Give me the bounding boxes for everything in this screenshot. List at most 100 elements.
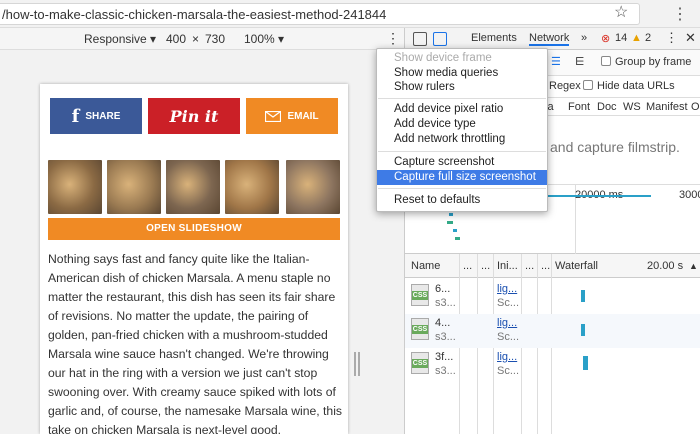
tab-elements[interactable]: Elements: [471, 32, 517, 44]
browser-menu-icon[interactable]: ⋮: [672, 4, 688, 24]
error-count[interactable]: 14: [615, 32, 627, 44]
column-size[interactable]: ...: [525, 260, 534, 272]
thumbnail-image[interactable]: [286, 160, 340, 214]
waterfall-bar: [581, 324, 585, 336]
menu-item-show-device-frame: Show device frame: [394, 52, 492, 64]
row-domain: s3...: [435, 297, 456, 309]
row-initiator-link[interactable]: lig...: [497, 317, 517, 329]
waterfall-bar: [583, 356, 588, 370]
facebook-share-button[interactable]: f SHARE: [50, 98, 142, 134]
devtools-tab-bar: Elements Network » ⊗ 14 ▲ 2 ⋮ ✕: [405, 28, 700, 50]
menu-item-add-device-type[interactable]: Add device type: [377, 117, 547, 132]
table-row[interactable]: CSS 3f... s3... lig... Sc...: [405, 348, 700, 382]
email-icon: [265, 110, 282, 122]
column-type[interactable]: ...: [481, 260, 490, 272]
filter-doc[interactable]: Doc: [597, 101, 617, 113]
email-share-button[interactable]: EMAIL: [246, 98, 338, 134]
menu-item-add-network-throttling[interactable]: Add network throttling: [377, 132, 547, 147]
css-badge: CSS: [412, 325, 428, 334]
menu-item-show-rulers[interactable]: Show rulers: [377, 80, 547, 95]
viewport-width-input[interactable]: 400: [166, 32, 186, 46]
sort-ascending-icon[interactable]: ▲: [689, 261, 698, 271]
row-name: 3f...: [435, 351, 454, 363]
thumbnail-image[interactable]: [107, 160, 161, 214]
thumbnail-strip: [48, 160, 340, 214]
device-mode-select[interactable]: Responsive ▾: [84, 32, 156, 46]
thumbnail-image[interactable]: [48, 160, 102, 214]
url-input[interactable]: /how-to-make-classic-chicken-marsala-the…: [0, 3, 640, 25]
menu-item-add-device-pixel-ratio[interactable]: Add device pixel ratio: [377, 102, 547, 117]
row-name: 4...: [435, 317, 451, 329]
css-badge: CSS: [412, 291, 428, 300]
menu-separator: [378, 188, 546, 189]
row-initiator-type: Sc...: [497, 331, 520, 343]
device-toolbar-menu: Show device frame Show media queries Sho…: [376, 48, 548, 212]
css-file-icon: CSS: [411, 352, 429, 374]
network-table-header: Name ... ... Ini... ... ... Waterfall 20…: [405, 254, 700, 278]
open-slideshow-button[interactable]: OPEN SLIDESHOW: [48, 218, 340, 240]
zoom-select[interactable]: 100% ▾: [244, 32, 284, 46]
timeline-bar: [455, 237, 460, 240]
filter-ws[interactable]: WS: [623, 101, 641, 113]
article-paragraph: Nothing says fast and fancy quite like t…: [48, 252, 342, 434]
viewport-resize-handle[interactable]: [354, 352, 360, 376]
hide-data-urls-checkbox[interactable]: Hide data URLs: [583, 80, 675, 92]
row-domain: s3...: [435, 365, 456, 377]
row-initiator-link[interactable]: lig...: [497, 351, 517, 363]
row-initiator-link[interactable]: lig...: [497, 283, 517, 295]
css-file-icon: CSS: [411, 318, 429, 340]
viewport-height-input[interactable]: 730: [205, 32, 225, 46]
table-row[interactable]: CSS 6... s3... lig... Sc...: [405, 280, 700, 314]
device-toolbar: Responsive ▾ 400 × 730 100% ▾ ⋮: [0, 28, 404, 50]
more-tabs-icon[interactable]: »: [581, 32, 587, 44]
facebook-share-label: SHARE: [85, 110, 121, 122]
menu-item-show-media-queries[interactable]: Show media queries: [377, 66, 547, 81]
group-by-frame-checkbox[interactable]: Group by frame: [601, 56, 691, 68]
css-file-icon: CSS: [411, 284, 429, 306]
device-toolbar-more-icon[interactable]: ⋮: [386, 30, 400, 47]
device-toggle-icon[interactable]: [433, 32, 447, 46]
timeline-label: 30000: [679, 189, 700, 201]
dimension-separator: ×: [192, 32, 200, 46]
css-badge: CSS: [412, 359, 428, 368]
webpage: f SHARE Pin it EMAIL OPEN SLIDESHOW Noth…: [40, 84, 348, 434]
filter-other[interactable]: O: [691, 101, 700, 113]
overview-icon[interactable]: ⋿: [575, 55, 585, 68]
facebook-icon: f: [71, 105, 80, 127]
column-name[interactable]: Name: [411, 260, 440, 272]
menu-separator: [378, 151, 546, 152]
bookmark-star-icon[interactable]: ☆: [614, 2, 628, 22]
close-devtools-icon[interactable]: ✕: [685, 30, 696, 46]
group-by-frame-label: Group by frame: [615, 56, 692, 68]
tab-network[interactable]: Network: [529, 32, 570, 46]
row-domain: s3...: [435, 331, 456, 343]
filter-manifest[interactable]: Manifest: [646, 101, 688, 113]
thumbnail-image[interactable]: [166, 160, 220, 214]
menu-item-capture-full-size-screenshot[interactable]: Capture full size screenshot: [377, 170, 547, 185]
column-waterfall[interactable]: Waterfall: [555, 260, 598, 272]
menu-item-reset-to-defaults[interactable]: Reset to defaults: [377, 193, 547, 208]
warning-count[interactable]: 2: [645, 32, 651, 44]
timeline-bar: [449, 213, 453, 216]
thumbnail-image[interactable]: [225, 160, 279, 214]
share-bar: f SHARE Pin it EMAIL: [50, 98, 338, 134]
row-name: 6...: [435, 283, 451, 295]
devtools-menu-icon[interactable]: ⋮: [665, 30, 678, 46]
table-row[interactable]: CSS 4... s3... lig... Sc...: [405, 314, 700, 348]
column-status[interactable]: ...: [463, 260, 472, 272]
column-time[interactable]: ...: [541, 260, 550, 272]
waterfall-bar: [581, 290, 585, 302]
menu-item-capture-screenshot[interactable]: Capture screenshot: [377, 155, 547, 170]
inspect-element-icon[interactable]: [413, 32, 427, 46]
email-share-label: EMAIL: [287, 110, 319, 122]
filter-font[interactable]: Font: [568, 101, 590, 113]
browser-address-bar: /how-to-make-classic-chicken-marsala-the…: [0, 0, 700, 28]
article-body: Nothing says fast and fancy quite like t…: [48, 250, 342, 434]
regex-label[interactable]: Regex: [549, 80, 581, 92]
pinterest-share-label: Pin it: [169, 106, 219, 126]
filmstrip-hint: and capture filmstrip.: [550, 139, 680, 155]
pinterest-share-button[interactable]: Pin it: [148, 98, 240, 134]
column-initiator[interactable]: Ini...: [497, 260, 518, 272]
large-rows-icon[interactable]: ☰: [551, 55, 561, 68]
url-text: /how-to-make-classic-chicken-marsala-the…: [2, 7, 387, 22]
